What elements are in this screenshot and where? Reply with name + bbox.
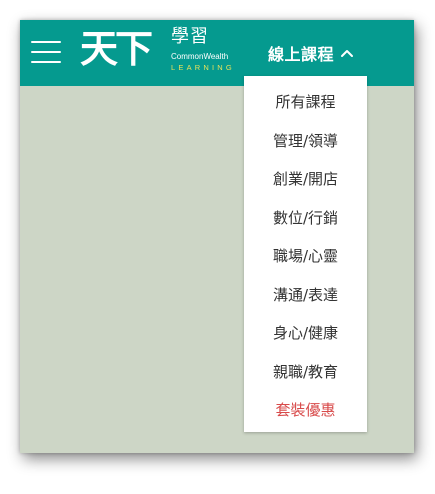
menu-item-bundle-deals[interactable]: 套裝優惠 [244, 391, 367, 430]
menu-item-management-leadership[interactable]: 管理/領導 [244, 122, 367, 161]
logo-english-line2: LEARNING [171, 63, 235, 72]
hamburger-menu-icon[interactable] [31, 41, 61, 63]
nav-toggle-label: 線上課程 [268, 45, 335, 64]
app-frame: 天下 學習 CommonWealth LEARNING 線上課程 所有課程 管理… [20, 20, 414, 453]
logo-english-line1: CommonWealth [171, 52, 229, 61]
hamburger-line [31, 61, 61, 63]
logo-main-text: 天下 [80, 26, 153, 71]
menu-item-parenting-education[interactable]: 親職/教育 [244, 353, 367, 392]
menu-item-body-health[interactable]: 身心/健康 [244, 314, 367, 353]
chevron-up-icon [341, 50, 354, 57]
online-courses-nav-toggle[interactable]: 線上課程 [268, 41, 354, 65]
menu-item-workplace-mind[interactable]: 職場/心靈 [244, 237, 367, 276]
hamburger-line [31, 51, 61, 53]
menu-item-digital-marketing[interactable]: 數位/行銷 [244, 199, 367, 238]
logo-sub-text: 學習 [171, 26, 209, 47]
menu-item-startup-shop[interactable]: 創業/開店 [244, 160, 367, 199]
menu-item-all-courses[interactable]: 所有課程 [244, 83, 367, 122]
courses-dropdown-menu: 所有課程 管理/領導 創業/開店 數位/行銷 職場/心靈 溝通/表達 身心/健康… [244, 76, 367, 432]
menu-item-communication-expression[interactable]: 溝通/表達 [244, 276, 367, 315]
hamburger-line [31, 41, 61, 43]
site-logo[interactable]: 天下 學習 CommonWealth LEARNING [80, 26, 240, 79]
